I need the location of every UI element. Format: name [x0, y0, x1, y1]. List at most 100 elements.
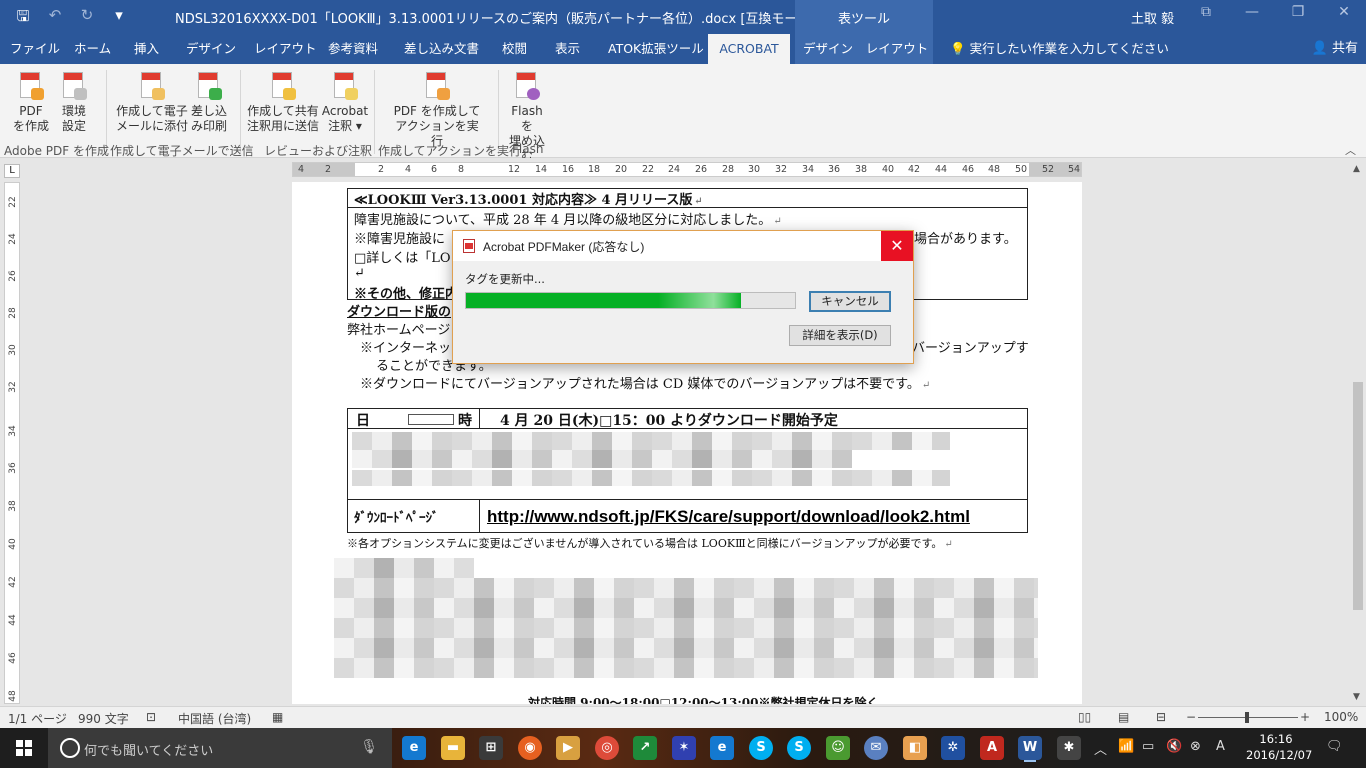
close-window-button[interactable]: ✕ [1324, 4, 1364, 20]
group-label-review: レビューおよび注釈 [264, 144, 373, 158]
signed-in-user[interactable]: 土取 毅 [1131, 8, 1174, 27]
app-icon[interactable]: ✶ [672, 736, 696, 760]
tell-me-box[interactable]: 💡 実行したい作業を入力してください [948, 34, 1171, 64]
homepage-line: 弊社ホームページ [347, 323, 451, 338]
download-url-link[interactable]: http://www.ndsoft.jp/FKS/care/support/do… [487, 507, 970, 527]
tab-table-design[interactable]: デザイン [795, 34, 861, 64]
skype-icon[interactable]: S [749, 736, 773, 760]
internet-explorer-icon[interactable]: e [710, 736, 734, 760]
send-for-shared-review-button[interactable]: 作成して共有 注釈用に送信 [246, 72, 320, 134]
tab-mailings[interactable]: 差し込み文書 [402, 34, 481, 64]
word-count[interactable]: 990 文字 [78, 710, 129, 727]
web-layout-icon[interactable]: ⊟ [1156, 710, 1166, 724]
app-icon[interactable]: ✱ [1057, 736, 1081, 760]
page-count[interactable]: 1/1 ページ [8, 710, 67, 727]
media-player-icon[interactable]: ▶ [556, 736, 580, 760]
volume-muted-icon[interactable]: 🔇 [1166, 739, 1182, 754]
create-pdf-button[interactable]: PDF を作成 [10, 72, 52, 134]
firefox-icon[interactable]: ◉ [518, 736, 542, 760]
cancel-button[interactable]: キャンセル [809, 291, 891, 312]
share-button[interactable]: 👤 共有 [1312, 34, 1358, 64]
horizontal-ruler[interactable]: 4 2 2 4 6 8 12 14 16 18 20 22 24 26 28 3… [292, 162, 1082, 177]
show-hidden-icons[interactable]: ︿ [1094, 739, 1107, 758]
print-layout-icon[interactable]: ▤ [1118, 710, 1129, 724]
tab-file[interactable]: ファイル [8, 34, 62, 64]
utility-app-icon[interactable]: ✲ [941, 736, 965, 760]
cortana-search-box[interactable]: 何でも聞いてください 🎙 [48, 728, 392, 768]
minimize-button[interactable]: — [1232, 4, 1272, 20]
tab-table-layout[interactable]: レイアウト [861, 34, 933, 64]
progress-fill [466, 293, 741, 308]
tab-acrobat[interactable]: ACROBAT [708, 34, 790, 64]
download-start-date: 4 月 20 日(木)□15：00 よりダウンロード開始予定 [500, 413, 838, 429]
tab-atok[interactable]: ATOK拡張ツール [606, 34, 706, 64]
zoom-in-button[interactable]: + [1300, 710, 1310, 724]
store-icon[interactable]: ⊞ [479, 736, 503, 760]
action-center-icon[interactable]: 🗨 [1326, 739, 1343, 754]
battery-icon[interactable]: ▭ [1142, 739, 1154, 754]
tab-home[interactable]: ホーム [72, 34, 113, 64]
chat-app-icon[interactable]: ☺ [826, 736, 850, 760]
doc-line-1: 障害児施設について、平成 28 年 4 月以降の級地区分に対応しました。 ↵ [354, 209, 782, 228]
chart-app-icon[interactable]: ↗ [633, 736, 657, 760]
ribbon-display-options-button[interactable]: ⧉ [1186, 4, 1226, 20]
option-note: ※各オプションシステムに変更はございませんが導入されている場合は LOOKⅢと同… [347, 535, 953, 551]
ruler-tick: 18 [587, 164, 601, 175]
tab-selector[interactable]: L [4, 164, 20, 178]
network-icon[interactable]: 📶 [1118, 739, 1134, 754]
dialog-title: Acrobat PDFMaker (応答なし) [483, 240, 645, 254]
vertical-scrollbar[interactable]: ▲ ▼ [1350, 158, 1366, 704]
group-separator [374, 70, 375, 154]
create-and-run-action-button[interactable]: PDF を作成して アクションを実行 [392, 72, 482, 149]
tab-insert[interactable]: 挿入 [132, 34, 161, 64]
tab-review[interactable]: 校閲 [500, 34, 529, 64]
dialog-close-button[interactable]: ✕ [881, 231, 913, 261]
undo-icon[interactable]: ↶ [46, 6, 64, 31]
save-icon[interactable]: 🖫 [14, 6, 32, 31]
scrollbar-thumb[interactable] [1353, 382, 1363, 610]
proofing-icon[interactable]: ⊡ [146, 710, 156, 724]
customize-qat-icon[interactable]: ▾ [110, 6, 128, 31]
tell-me-text: 実行したい作業を入力してください [969, 41, 1169, 56]
microphone-icon[interactable]: 🎙 [360, 739, 378, 755]
tab-view[interactable]: 表示 [553, 34, 582, 64]
acrobat-taskbar-icon[interactable]: A [980, 736, 1004, 760]
tab-references[interactable]: 参考資料 [326, 34, 380, 64]
group-label-email: 作成して電子メールで送信 [110, 144, 254, 158]
restore-button[interactable]: ❐ [1278, 4, 1318, 20]
scroll-down-arrow-icon[interactable]: ▼ [1353, 692, 1360, 702]
notes-app-icon[interactable]: ◧ [903, 736, 927, 760]
redo-icon[interactable]: ↻ [78, 6, 96, 31]
vertical-ruler[interactable]: 22 24 26 28 30 32 34 36 38 40 42 44 46 4… [4, 182, 20, 704]
read-mode-icon[interactable]: ▯▯ [1078, 710, 1091, 724]
acrobat-comments-button[interactable]: Acrobat 注釈 ▾ [320, 72, 370, 134]
language-indicator[interactable]: 中国語 (台湾) [178, 710, 251, 727]
tab-layout[interactable]: レイアウト [252, 34, 319, 64]
collapse-ribbon-icon[interactable]: ︿ [1345, 142, 1356, 158]
zoom-slider-knob[interactable] [1245, 712, 1249, 723]
create-and-attach-email-button[interactable]: 作成して電子 メールに添付 [116, 72, 188, 134]
box-title: ≪LOOKⅢ Ver3.13.0001 対応内容≫ 4 月リリース版 ↵ [354, 189, 703, 208]
chrome-icon[interactable]: ◎ [595, 736, 619, 760]
word-taskbar-icon[interactable]: W [1018, 736, 1042, 760]
notification-x-icon[interactable]: ⊗ [1190, 739, 1201, 754]
tab-design[interactable]: デザイン [184, 34, 238, 64]
preferences-button[interactable]: 環境 設定 [56, 72, 92, 134]
edge-icon[interactable]: e [402, 736, 426, 760]
redacted-content [352, 470, 950, 486]
macro-recording-icon[interactable]: ▦ [272, 710, 283, 724]
doc-line-2b: 場合があります。 [914, 232, 1017, 247]
zoom-out-button[interactable]: − [1186, 710, 1196, 724]
mail-merge-pdf-button[interactable]: 差し込 み印刷 [190, 72, 228, 134]
system-clock[interactable]: 16:16 2016/12/07 [1246, 731, 1312, 763]
show-details-button[interactable]: 詳細を表示(D) [789, 325, 891, 346]
mail-app-icon[interactable]: ✉ [864, 736, 888, 760]
ime-mode-icon[interactable]: A [1216, 739, 1225, 754]
ruler-tick: 34 [8, 425, 18, 437]
file-explorer-icon[interactable]: ▬ [441, 736, 465, 760]
skype-business-icon[interactable]: S [787, 736, 811, 760]
zoom-level[interactable]: 100% [1324, 710, 1358, 724]
start-button[interactable] [0, 728, 48, 768]
scroll-up-arrow-icon[interactable]: ▲ [1353, 164, 1360, 174]
ruler-tick: 48 [8, 690, 18, 702]
